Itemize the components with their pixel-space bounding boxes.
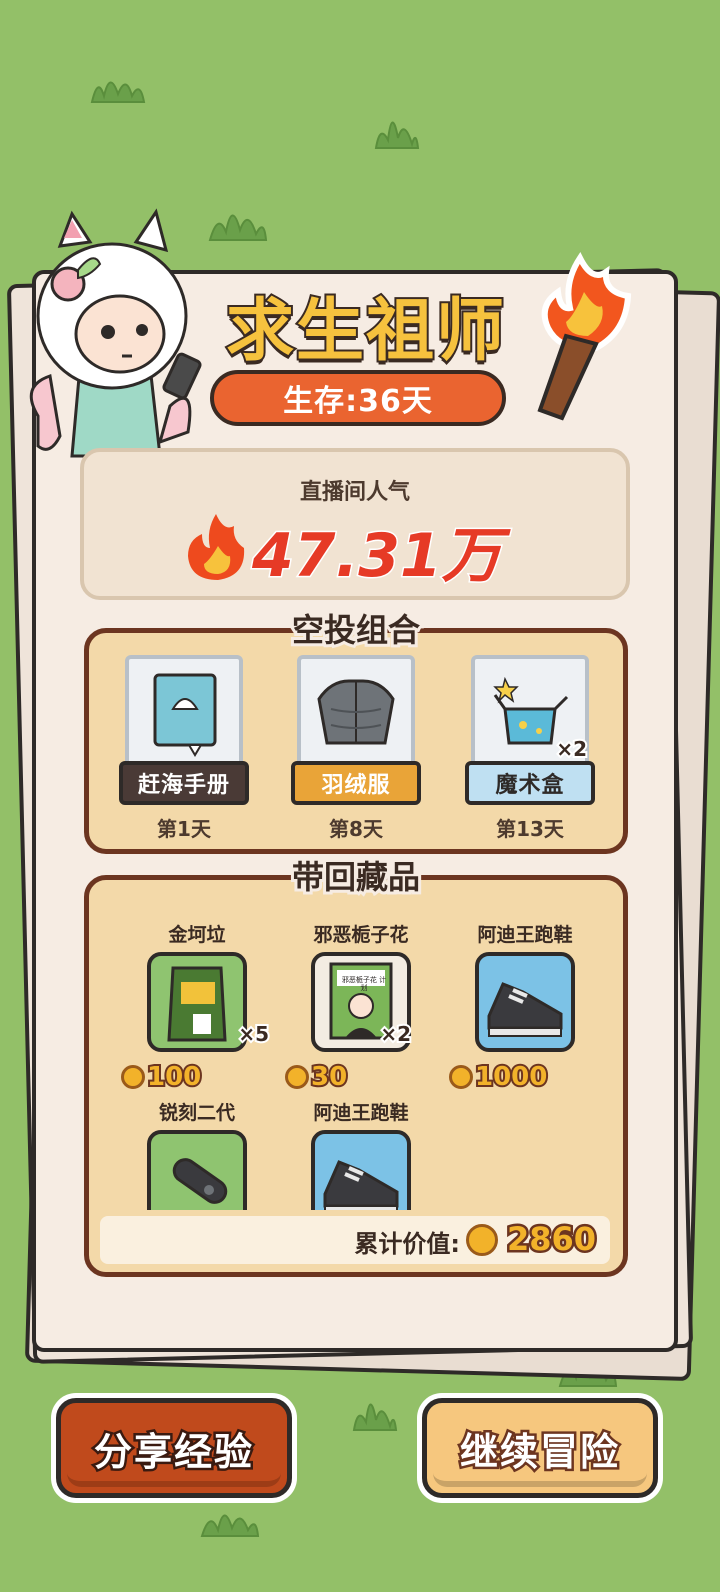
item-count-badge: ×5 (236, 1020, 271, 1048)
airdrop-section: 空投组合 赶海手册 第1天 羽绒服 第8天 ×2 魔术盒 第13天 (84, 608, 628, 854)
collection-item-name: 锐刻二代 (158, 1102, 235, 1124)
collection-item-price: 1000 (449, 1060, 549, 1094)
game-title: 求生祖师 (224, 290, 506, 373)
popularity-value: 47.31万 (251, 519, 504, 592)
item-frame (311, 1130, 411, 1210)
total-value-amount: 2860 (504, 1218, 598, 1261)
airdrop-title: 空投组合 (289, 608, 423, 652)
book-icon (153, 673, 217, 757)
fertilizer-bag-icon (167, 966, 227, 1042)
torch-illustration (530, 252, 634, 424)
continue-button-label: 继续冒险 (457, 1427, 620, 1476)
book-cover-text: 邪恶栀子花 计划 (341, 976, 387, 992)
item-frame: ×2 (471, 655, 589, 767)
total-value-label: 累计价值: (354, 1230, 460, 1258)
coin-icon (121, 1065, 145, 1089)
coin-icon (285, 1065, 309, 1089)
airdrop-item-name: 羽绒服 (291, 761, 421, 805)
item-count-badge: ×2 (378, 1020, 413, 1048)
sneaker-icon (487, 982, 563, 1037)
airdrop-item-name: 魔术盒 (465, 761, 595, 805)
grass-decoration (350, 1382, 400, 1434)
share-button-label: 分享经验 (91, 1427, 254, 1476)
collection-item[interactable]: 锐刻二代 (127, 1098, 267, 1210)
item-frame: ×5 (147, 952, 271, 1052)
grass-decoration (88, 66, 148, 106)
item-frame (125, 655, 243, 767)
grass-decoration (206, 192, 270, 244)
collection-item-name: 邪恶栀子花 (313, 924, 409, 946)
item-frame: 邪恶栀子花 计划 ×2 (311, 952, 413, 1052)
share-experience-button[interactable]: 分享经验 (56, 1398, 292, 1498)
item-frame (475, 952, 575, 1052)
collection-item[interactable]: 阿迪王跑鞋 1000 (449, 920, 595, 1100)
item-count-badge: ×2 (554, 735, 589, 763)
collection-item-name: 阿迪王跑鞋 (477, 924, 573, 946)
jacket-icon (317, 679, 395, 745)
popularity-label: 直播间人气 (299, 480, 410, 505)
collection-list: 金坷垃 ×5 100 邪恶栀子花 邪恶栀子花 计划 ×2 30 阿迪王跑鞋 10… (89, 880, 623, 1210)
coin-icon (466, 1224, 498, 1256)
vape-icon (172, 1158, 228, 1204)
sneaker-icon (323, 1160, 399, 1210)
collection-item-name: 金坷垃 (168, 924, 226, 946)
airdrop-item[interactable]: 羽绒服 第8天 (291, 655, 421, 841)
popularity-panel: 直播间人气 47.31万 (80, 448, 630, 600)
grass-decoration (372, 100, 422, 152)
character-illustration (20, 206, 206, 486)
total-value-bar: 累计价值: 2860 (100, 1216, 610, 1264)
item-frame (147, 1130, 247, 1210)
item-frame (297, 655, 415, 767)
fire-icon (184, 510, 248, 588)
collection-item-price: 100 (121, 1060, 203, 1094)
airdrop-item-day: 第1天 (157, 817, 211, 841)
airdrop-item-day: 第13天 (496, 817, 564, 841)
airdrop-item-name: 赶海手册 (119, 761, 249, 805)
airdrop-item-day: 第8天 (329, 817, 383, 841)
airdrop-item[interactable]: 赶海手册 第1天 (119, 655, 249, 841)
collection-item[interactable]: 阿迪王跑鞋 (291, 1098, 431, 1210)
collection-item[interactable]: 金坷垃 ×5 100 (121, 920, 271, 1100)
airdrop-item[interactable]: ×2 魔术盒 第13天 (465, 655, 595, 841)
continue-adventure-button[interactable]: 继续冒险 (422, 1398, 658, 1498)
grass-decoration (198, 1500, 262, 1540)
coin-icon (449, 1065, 473, 1089)
survival-days-badge: 生存:36天 (210, 370, 506, 426)
collection-item[interactable]: 邪恶栀子花 邪恶栀子花 计划 ×2 30 (285, 920, 431, 1100)
collection-item-name: 阿迪王跑鞋 (313, 1102, 409, 1124)
collection-item-price: 30 (285, 1060, 349, 1094)
